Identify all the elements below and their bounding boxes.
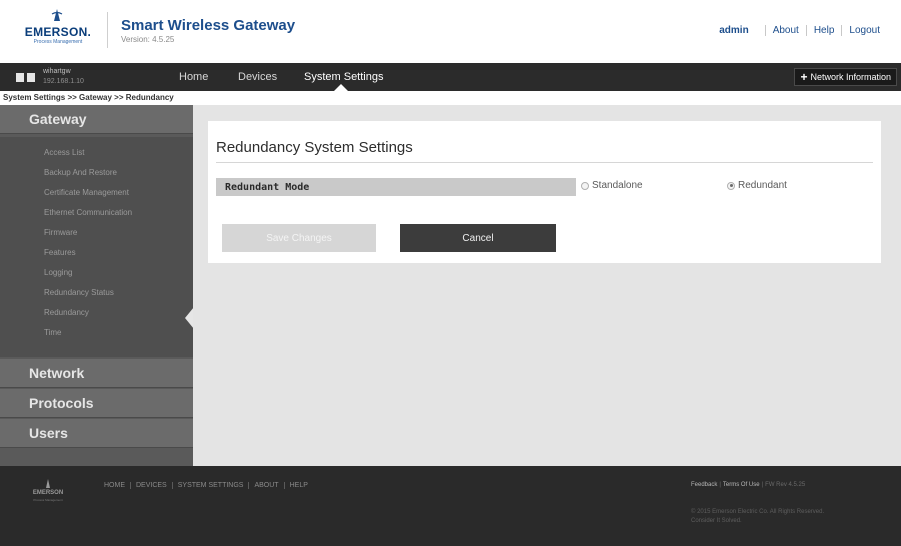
nav-home[interactable]: Home [179, 71, 208, 83]
header-divider [107, 12, 108, 48]
sidebar-section-users[interactable]: Users [0, 419, 193, 448]
logo-subtext: Process Management [33, 39, 83, 45]
footer-meta: Feedback | Terms Of Use | FW Rev 4.5.25 [691, 482, 806, 488]
sidebar-item-certificate-management[interactable]: Certificate Management [44, 188, 129, 197]
logo-wordmark: EMERSON. [24, 25, 92, 39]
app-root: EMERSON. Process Management Smart Wirele… [0, 0, 901, 546]
sidebar-item-ethernet-communication[interactable]: Ethernet Communication [44, 208, 132, 217]
copyright-line: © 2015 Emerson Electric Co. All Rights R… [691, 509, 825, 515]
network-information-label: Network Information [810, 72, 891, 82]
top-header: EMERSON. Process Management Smart Wirele… [0, 0, 901, 63]
sidebar-item-redundancy[interactable]: Redundancy [44, 308, 89, 317]
sidebar-item-logging[interactable]: Logging [44, 268, 72, 277]
settings-panel: Redundancy System Settings Redundant Mod… [208, 121, 881, 263]
save-changes-button[interactable]: Save Changes [222, 224, 376, 252]
app-title: Smart Wireless Gateway [121, 17, 296, 34]
about-link[interactable]: About [764, 25, 806, 36]
nav-system-settings[interactable]: System Settings [304, 71, 383, 83]
sidebar-section-protocols[interactable]: Protocols [0, 389, 193, 418]
radio-unchecked-icon[interactable] [581, 181, 589, 190]
main-content: Redundancy System Settings Redundant Mod… [193, 105, 901, 466]
sidebar: Gateway Access List Backup And Restore C… [0, 105, 194, 466]
standalone-radio[interactable]: Standalone [581, 180, 643, 191]
footer-link-help[interactable]: HELP [283, 482, 313, 489]
redundant-radio[interactable]: Redundant [727, 180, 787, 191]
sidebar-item-time[interactable]: Time [44, 328, 61, 337]
gateway-name: wihartgw [43, 68, 71, 75]
footer-logo-icon [46, 479, 50, 488]
plus-icon: + [800, 70, 808, 84]
tagline: Consider It Solved. [691, 518, 742, 524]
terms-link[interactable]: Terms Of Use [723, 482, 760, 488]
footer-link-about[interactable]: ABOUT [248, 482, 283, 489]
active-nav-caret-icon [334, 84, 348, 91]
help-link[interactable]: Help [805, 25, 842, 36]
footer-link-system-settings[interactable]: SYSTEM SETTINGS [171, 482, 249, 489]
cancel-button[interactable]: Cancel [400, 224, 556, 252]
breadcrumb: System Settings >> Gateway >> Redundancy [0, 91, 901, 105]
footer: EMERSON Process Management HOME DEVICES … [0, 466, 901, 546]
emerson-logo-icon [51, 9, 63, 21]
top-links: admin About Help Logout [719, 25, 887, 36]
main-nav: wihartgw 192.168.1.10 Home Devices Syste… [0, 63, 901, 91]
sidebar-section-gateway[interactable]: Gateway [0, 105, 193, 134]
footer-link-devices[interactable]: DEVICES [130, 482, 172, 489]
title-divider [216, 162, 873, 163]
nav-devices[interactable]: Devices [238, 71, 277, 83]
gateway-identity[interactable]: wihartgw 192.168.1.10 [0, 63, 193, 91]
gateway-icon [16, 73, 36, 82]
gateway-submenu: Access List Backup And Restore Certifica… [0, 137, 193, 357]
footer-logo: EMERSON Process Management [28, 478, 68, 508]
sidebar-item-firmware[interactable]: Firmware [44, 228, 77, 237]
sidebar-item-redundancy-status[interactable]: Redundancy Status [44, 288, 114, 297]
footer-link-home[interactable]: HOME [104, 482, 130, 489]
sidebar-item-access-list[interactable]: Access List [44, 148, 84, 157]
network-information-button[interactable]: + Network Information [794, 68, 897, 86]
redundant-label: Redundant [738, 180, 787, 191]
app-version: Version: 4.5.25 [121, 35, 175, 44]
sidebar-section-network[interactable]: Network [0, 359, 193, 388]
redundant-mode-label: Redundant Mode [216, 178, 576, 196]
footer-logo-wordmark: EMERSON [32, 490, 64, 496]
footer-links: HOME DEVICES SYSTEM SETTINGS ABOUT HELP [104, 482, 313, 489]
user-name[interactable]: admin [719, 25, 748, 36]
firmware-revision: FW Rev 4.5.25 [765, 482, 806, 488]
emerson-logo[interactable]: EMERSON. Process Management [18, 6, 98, 56]
page-title: Redundancy System Settings [216, 139, 413, 156]
feedback-link[interactable]: Feedback [691, 482, 717, 488]
standalone-label: Standalone [592, 180, 643, 191]
gateway-ip: 192.168.1.10 [43, 78, 84, 85]
sidebar-item-backup-and-restore[interactable]: Backup And Restore [44, 168, 117, 177]
footer-copyright: © 2015 Emerson Electric Co. All Rights R… [691, 508, 881, 526]
logout-link[interactable]: Logout [841, 25, 887, 36]
footer-logo-subtext: Process Management [33, 498, 63, 502]
radio-checked-icon[interactable] [727, 181, 735, 190]
sidebar-item-features[interactable]: Features [44, 248, 76, 257]
